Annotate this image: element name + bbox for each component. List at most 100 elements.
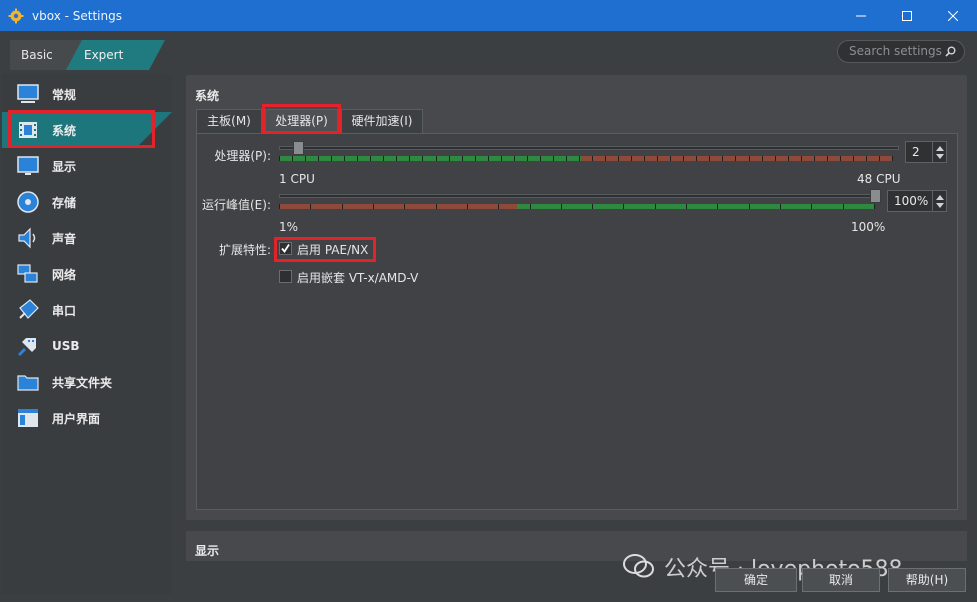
network-icon [17,264,38,283]
slider-tick [683,156,684,161]
execution-cap-ticks [279,204,875,209]
processor-slider-track[interactable] [279,146,899,150]
slider-tick [561,204,562,209]
speaker-icon [18,227,36,249]
execution-cap-spinbox[interactable]: 100% [887,190,947,212]
slider-tick [292,156,293,161]
processor-min-label: 1 CPU [279,172,315,186]
spin-up-icon[interactable] [936,195,944,200]
slider-tick [592,204,593,209]
slider-tick [318,156,319,161]
sidebar-item-general[interactable]: 常规 [2,76,172,112]
system-settings-pane: 系统 主板(M) 处理器(P) 硬件加速(I) 处理器(P): 2 1 CPU … [186,75,967,520]
slider-tick [605,156,606,161]
maximize-button[interactable] [884,0,930,31]
help-button[interactable]: 帮助(H) [888,568,966,592]
nested-vtx-label[interactable]: 启用嵌套 VT-x/AMD-V [297,269,418,286]
usb-icon [17,338,36,357]
pae-nx-checkbox[interactable] [279,242,292,255]
close-button[interactable] [930,0,976,31]
slider-tick [618,156,619,161]
ok-button[interactable]: 确定 [715,568,797,592]
tab-acceleration[interactable]: 硬件加速(I) [341,109,423,133]
processor-slider-handle[interactable] [293,141,304,155]
slider-tick [373,204,374,209]
close-icon [948,10,958,21]
sidebar-item-display[interactable]: 显示 [2,148,172,184]
tab-motherboard[interactable]: 主板(M) [196,109,262,133]
sidebar-item-usb[interactable]: USB [2,328,172,364]
display-icon [17,156,39,175]
maximize-icon [902,10,912,21]
search-icon [945,46,956,57]
slider-tick [749,204,750,209]
slider-tick [436,204,437,209]
sidebar-item-user-interface[interactable]: 用户界面 [2,400,172,436]
sidebar-item-storage[interactable]: 存储 [2,184,172,220]
slider-tick [655,204,656,209]
slider-tick [305,156,306,161]
chip-icon [19,122,37,138]
expert-mode-button[interactable]: Expert [66,40,165,70]
slider-tick [530,204,531,209]
execution-cap-slider-handle[interactable] [870,189,881,203]
checkmark-icon [281,244,290,254]
window-title: vbox - Settings [32,8,122,23]
slider-tick [853,156,854,161]
execution-cap-max-label: 100% [851,220,886,234]
sidebar-item-audio[interactable]: 声音 [2,220,172,256]
slider-tick [370,156,371,161]
slider-tick [514,156,515,161]
spin-down-icon[interactable] [936,154,944,159]
execution-cap-slider-track[interactable] [279,194,879,198]
slider-tick [631,156,632,161]
execution-cap-min-label: 1% [279,220,299,234]
slider-tick [436,156,437,161]
slider-tick [892,156,893,161]
processor-ticks [279,156,893,161]
sidebar-item-network[interactable]: 网络 [2,256,172,292]
mode-toggle: Basic Expert [10,40,156,70]
slider-tick [879,156,880,161]
execution-cap-label: 运行峰值(E): [202,198,271,212]
slider-tick [775,156,776,161]
nested-vtx-checkbox[interactable] [279,270,292,283]
search-input[interactable]: Search settings [837,40,965,63]
slider-tick [735,156,736,161]
slider-tick [696,156,697,161]
slider-tick [722,156,723,161]
slider-tick [475,156,476,161]
slider-tick [540,156,541,161]
processor-spinbox[interactable]: 2 [905,141,947,163]
slider-tick [279,156,280,161]
minimize-button[interactable] [838,0,884,31]
slider-tick [749,156,750,161]
slider-tick [644,156,645,161]
slider-tick [449,156,450,161]
processor-tab-panel: 处理器(P): 2 1 CPU 48 CPU 运行峰值(E): 100% 1% … [196,133,958,510]
ui-window-icon [18,409,38,427]
slider-tick [623,204,624,209]
cancel-button[interactable]: 取消 [802,568,880,592]
spin-up-icon[interactable] [936,146,944,151]
pae-nx-label[interactable]: 启用 PAE/NX [297,241,368,258]
execution-cap-value: 100% [894,194,929,208]
processor-label: 处理器(P): [214,149,271,163]
sidebar-item-label: 网络 [52,267,77,282]
slider-tick [498,204,499,209]
spin-down-icon[interactable] [936,203,944,208]
sidebar-item-system[interactable]: 系统 [2,112,172,148]
sidebar-item-label: 串口 [52,303,77,318]
slider-tick [670,156,671,161]
wechat-icon [623,554,654,578]
tab-processor[interactable]: 处理器(P) [265,109,338,133]
slider-tick [404,204,405,209]
slider-tick [501,156,502,161]
sidebar-item-label: 系统 [52,123,77,138]
sidebar-item-serial-port[interactable]: 串口 [2,292,172,328]
sidebar-item-shared-folders[interactable]: 共享文件夹 [2,364,172,400]
settings-gear-icon [8,8,24,23]
slider-tick [843,204,844,209]
slider-tick [462,156,463,161]
slider-tick [579,156,580,161]
